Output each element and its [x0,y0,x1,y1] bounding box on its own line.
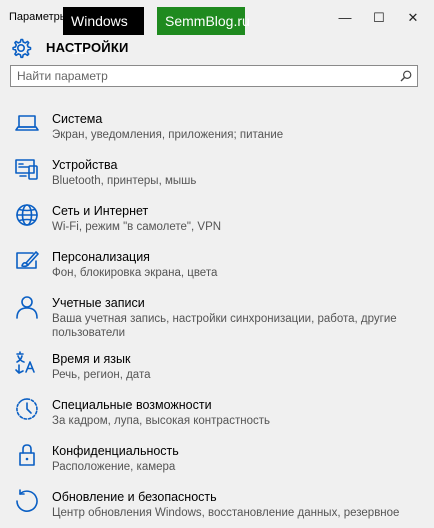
item-title: Система [52,112,103,126]
time-language-icon [15,351,35,374]
search-icon[interactable] [399,69,413,83]
title-bar: Параметры Windows 10 SemmBlog.ru — ☐ ✕ [0,0,434,57]
page-title: НАСТРОЙКИ [46,40,129,55]
gear-icon [12,38,32,59]
search-input[interactable] [17,68,397,84]
windows-10-watermark: Windows 10 [63,7,144,57]
item-description: Речь, регион, дата [52,369,151,381]
item-description: Bluetooth, принтеры, мышь [52,175,197,187]
devices-icon [15,159,38,180]
semmblog-watermark: SemmBlog.ru [157,7,250,35]
item-description: Экран, уведомления, приложения; питание [52,129,284,141]
item-title: Учетные записи [52,296,145,310]
item-title: Время и язык [52,352,131,366]
settings-item-system[interactable]: Система Экран, уведомления, приложения; … [0,106,434,150]
settings-item-devices[interactable]: Устройства Bluetooth, принтеры, мышь [0,152,434,196]
laptop-icon [15,115,39,131]
minimize-button[interactable]: — [330,8,360,28]
item-description: За кадром, лупа, высокая контрастность [52,415,270,427]
item-title: Обновление и безопасность [52,490,217,504]
item-description: Центр обновления Windows, восстановление… [52,507,400,519]
update-icon [16,489,38,512]
maximize-button[interactable]: ☐ [364,8,394,28]
item-description: Расположение, камера [52,461,176,473]
item-description: Wi-Fi, режим "в самолете", VPN [52,221,222,233]
item-title: Специальные возможности [52,398,212,412]
window-title: Параметры [9,11,68,23]
item-title: Персонализация [52,250,150,264]
item-description: Фон, блокировка экрана, цвета [52,267,218,279]
settings-item-accounts[interactable]: Учетные записи Ваша учетная запись, наст… [0,290,434,339]
close-button[interactable]: ✕ [398,8,428,28]
settings-item-update-security[interactable]: Обновление и безопасность Центр обновлен… [0,484,434,528]
personalize-icon [16,251,39,269]
accessibility-icon [16,398,38,420]
settings-item-network[interactable]: Сеть и Интернет Wi-Fi, режим "в самолете… [0,198,434,242]
settings-item-accessibility[interactable]: Специальные возможности За кадром, лупа,… [0,392,434,436]
item-title: Сеть и Интернет [52,204,149,218]
settings-item-personalization[interactable]: Персонализация Фон, блокировка экрана, ц… [0,244,434,288]
globe-icon [16,204,38,226]
settings-item-time-language[interactable]: Время и язык Речь, регион, дата [0,346,434,390]
item-title: Устройства [52,158,118,172]
settings-item-privacy[interactable]: Конфиденциальность Расположение, камера [0,438,434,482]
search-box[interactable] [10,65,418,87]
item-description: Ваша учетная запись, настройки синхрониз… [52,313,397,339]
lock-icon [19,444,35,466]
item-title: Конфиденциальность [52,444,179,458]
person-icon [16,296,38,319]
